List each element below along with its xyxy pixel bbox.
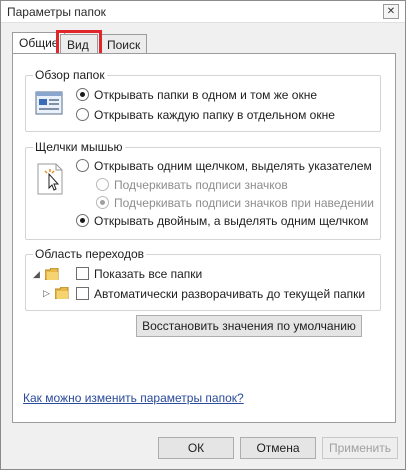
tree-collapsed-arrow-icon: ▷: [43, 288, 50, 298]
tab-search[interactable]: Поиск: [100, 34, 148, 55]
close-button[interactable]: ✕: [383, 4, 399, 19]
folder-options-dialog: Параметры папок ✕ Общие Вид Поиск Обзор …: [0, 0, 406, 470]
tree-expanded-arrow-icon: ◢: [33, 269, 40, 279]
tab-general[interactable]: Общие: [12, 32, 66, 55]
radio-double-click[interactable]: [76, 214, 89, 227]
radio-open-same-window[interactable]: [76, 88, 89, 101]
browse-folders-group: Обзор папок Открывать папки в одном и то…: [25, 68, 381, 132]
restore-defaults-button[interactable]: Восстановить значения по умолчанию: [136, 315, 362, 337]
navigation-pane-title: Область переходов: [33, 247, 147, 261]
mouse-clicks-title: Щелчки мышью: [33, 140, 125, 154]
help-link[interactable]: Как можно изменить параметры папок?: [23, 391, 244, 405]
navigation-pane-group: Область переходов ◢ Показать все папки ▷…: [25, 247, 381, 311]
ok-button[interactable]: ОК: [158, 437, 234, 459]
checkbox-auto-expand[interactable]: [76, 287, 89, 300]
label-underline-hover[interactable]: Подчеркивать подписи значков при наведен…: [114, 196, 374, 210]
label-single-click[interactable]: Открывать одним щелчком, выделять указат…: [94, 159, 372, 173]
label-underline-always[interactable]: Подчеркивать подписи значков: [114, 178, 288, 192]
radio-underline-hover[interactable]: [96, 196, 109, 209]
folder-collapsed-icon: [55, 287, 69, 299]
label-double-click[interactable]: Открывать двойным, а выделять одним щелч…: [94, 214, 368, 228]
label-show-all-folders[interactable]: Показать все папки: [94, 267, 202, 281]
label-open-same-window[interactable]: Открывать папки в одном и том же окне: [94, 88, 317, 102]
label-auto-expand[interactable]: Автоматически разворачивать до текущей п…: [94, 287, 365, 301]
browse-folders-title: Обзор папок: [33, 68, 107, 82]
tab-view[interactable]: Вид: [60, 34, 98, 55]
title-bar[interactable]: Параметры папок ✕: [1, 1, 405, 23]
folder-expanded-icon: [45, 268, 59, 280]
radio-open-new-window[interactable]: [76, 108, 89, 121]
apply-button[interactable]: Применить: [322, 437, 398, 459]
radio-single-click[interactable]: [76, 159, 89, 172]
cancel-button[interactable]: Отмена: [240, 437, 316, 459]
cursor-click-illustration-icon: [37, 163, 63, 195]
radio-underline-always[interactable]: [96, 178, 109, 191]
window-illustration-icon: [35, 91, 63, 115]
label-open-new-window[interactable]: Открывать каждую папку в отдельном окне: [94, 108, 335, 122]
window-title: Параметры папок: [7, 5, 106, 19]
checkbox-show-all-folders[interactable]: [76, 267, 89, 280]
tab-panel: Обзор папок Открывать папки в одном и то…: [12, 53, 396, 423]
mouse-clicks-group: Щелчки мышью Открывать одним щелчком, вы…: [25, 140, 381, 240]
